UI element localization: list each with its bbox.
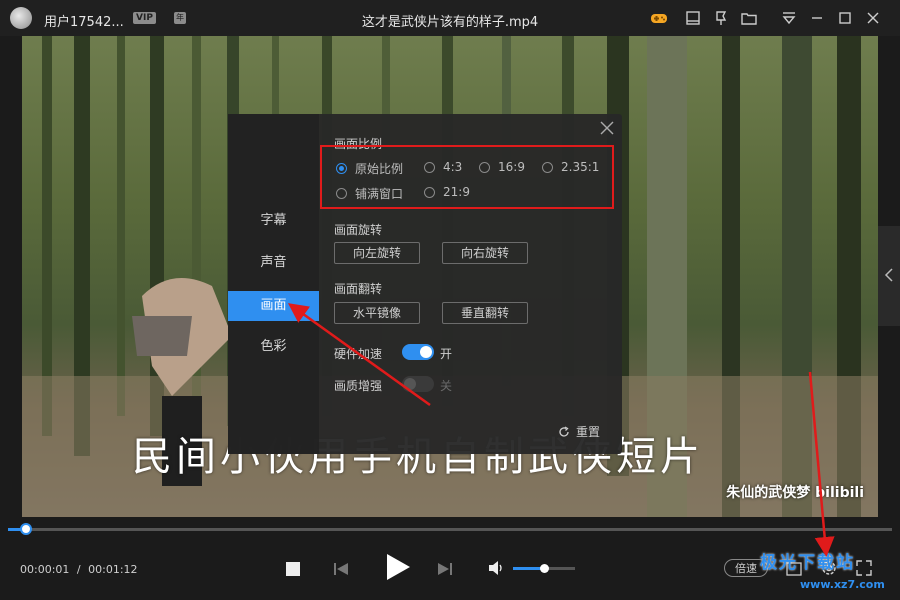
aspect-21-9-radio[interactable]: 21:9	[424, 185, 470, 199]
nav-subtitle[interactable]: 字幕	[228, 206, 319, 236]
stop-icon[interactable]	[286, 561, 300, 580]
time-display: 00:00:01 / 00:01:12	[20, 563, 138, 576]
aspect-2-35-1-radio[interactable]: 2.35:1	[542, 160, 599, 174]
progress-thumb[interactable]	[19, 523, 32, 535]
close-window-icon[interactable]	[864, 9, 882, 27]
maximize-icon[interactable]	[836, 9, 854, 27]
nav-picture[interactable]: 画面	[228, 291, 319, 321]
settings-nav: 字幕 声音 画面 色彩	[228, 114, 319, 454]
flip-vertical-button[interactable]: 垂直翻转	[442, 302, 528, 324]
rotate-right-button[interactable]: 向右旋转	[442, 242, 528, 264]
close-icon[interactable]	[600, 120, 614, 135]
rotation-title: 画面旋转	[334, 223, 383, 237]
current-time: 00:00:01	[20, 563, 70, 576]
quality-enhance-label: 画质增强	[334, 379, 383, 393]
site-url: www.xz7.com	[800, 578, 885, 591]
vip-badge: VIP	[133, 12, 156, 24]
total-time: 00:01:12	[88, 563, 138, 576]
aspect-fill-window-label: 铺满窗口	[355, 187, 404, 201]
volume-icon[interactable]	[488, 560, 504, 580]
aspect-2-35-1-label: 2.35:1	[561, 160, 600, 174]
nav-color[interactable]: 色彩	[228, 332, 319, 362]
fullscreen-icon[interactable]	[856, 560, 872, 580]
volume-thumb[interactable]	[540, 564, 549, 573]
aspect-16-9-radio[interactable]: 16:9	[479, 160, 525, 174]
aspect-fill-window-radio[interactable]: 铺满窗口	[336, 185, 403, 202]
hardware-accel-state: 开	[440, 347, 453, 361]
aspect-16-9-label: 16:9	[498, 160, 525, 174]
site-logo: 极光下载站	[760, 553, 855, 573]
side-panel-toggle[interactable]	[878, 226, 900, 326]
folder-icon[interactable]	[740, 9, 758, 27]
aspect-4-3-label: 4:3	[443, 160, 463, 174]
hardware-accel-label: 硬件加速	[334, 347, 383, 361]
playlist-icon[interactable]	[684, 9, 702, 27]
aspect-original-label: 原始比例	[355, 162, 404, 176]
quality-enhance-toggle[interactable]	[402, 376, 434, 392]
menu-dropdown-icon[interactable]	[780, 9, 798, 27]
video-settings-panel: 字幕 声音 画面 色彩 画面比例 原始比例 4:3 16:9 2.35:1 铺满…	[228, 114, 622, 454]
time-separator: /	[76, 563, 81, 576]
pin-icon[interactable]	[712, 9, 730, 27]
user-avatar[interactable]	[10, 7, 32, 29]
title-bar: 用户17542... VIP 年 这才是武侠片该有的样子.mp4	[0, 0, 900, 36]
progress-bar[interactable]	[8, 523, 892, 535]
flip-horizontal-button[interactable]: 水平镜像	[334, 302, 420, 324]
reset-label: 重置	[576, 425, 601, 439]
hardware-accel-toggle[interactable]	[402, 344, 434, 360]
chevron-left-icon	[884, 267, 894, 286]
flip-title: 画面翻转	[334, 282, 383, 296]
minimize-icon[interactable]	[808, 9, 826, 27]
volume-slider[interactable]	[513, 564, 575, 573]
rotate-left-button[interactable]: 向左旋转	[334, 242, 420, 264]
annual-badge: 年	[174, 12, 186, 24]
previous-icon[interactable]	[334, 561, 348, 580]
next-icon[interactable]	[438, 561, 452, 580]
play-icon[interactable]	[385, 553, 411, 585]
aspect-4-3-radio[interactable]: 4:3	[424, 160, 462, 174]
reset-button[interactable]: 重置	[558, 423, 600, 440]
video-watermark: 朱仙的武侠梦 bilibili	[726, 485, 864, 501]
username[interactable]: 用户17542...	[44, 11, 124, 30]
refresh-icon	[558, 425, 570, 438]
aspect-21-9-label: 21:9	[443, 185, 470, 199]
nav-audio[interactable]: 声音	[228, 248, 319, 278]
quality-enhance-state: 关	[440, 379, 453, 393]
aspect-original-radio[interactable]: 原始比例	[336, 160, 403, 177]
gamepad-icon[interactable]	[650, 9, 668, 27]
